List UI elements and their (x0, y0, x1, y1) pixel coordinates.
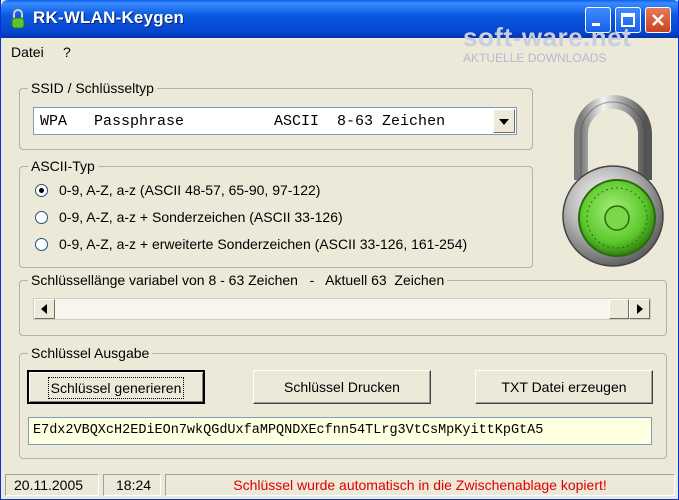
radio-button[interactable] (35, 211, 48, 224)
generated-key-field[interactable]: E7dx2VBQXcH2EDiEOn7wkQGdUxfaMPQNDXEcfnn5… (28, 417, 652, 445)
key-output-legend: Schlüssel Ausgabe (31, 345, 150, 361)
create-txt-label: TXT Datei erzeugen (501, 379, 627, 395)
print-key-button[interactable]: Schlüssel Drucken (253, 370, 431, 404)
app-window: RK-WLAN-Keygen soft-ware.net AKTUELLE DO… (0, 0, 679, 500)
menu-bar: Datei ? (1, 38, 678, 65)
padlock-icon (562, 95, 664, 267)
generate-key-button[interactable]: Schlüssel generieren (27, 370, 205, 404)
radio-button-checked[interactable] (35, 184, 48, 197)
status-message: Schlüssel wurde automatisch in die Zwisc… (165, 474, 675, 496)
dropdown-button[interactable] (493, 109, 515, 133)
key-length-legend: Schlüssellänge variabel von 8 - 63 Zeich… (31, 272, 445, 288)
scroll-left-button[interactable] (34, 299, 55, 319)
scroll-right-button[interactable] (629, 299, 650, 319)
menu-help[interactable]: ? (63, 44, 71, 60)
ssid-keytype-value: WPA Passphrase ASCII 8-63 Zeichen (40, 113, 446, 130)
status-time: 18:24 (103, 474, 161, 496)
chevron-down-icon (499, 119, 509, 125)
arrow-left-icon (41, 304, 47, 314)
print-key-label: Schlüssel Drucken (284, 379, 400, 395)
close-button[interactable] (645, 7, 671, 33)
ssid-group-legend: SSID / Schlüsseltyp (31, 80, 154, 96)
lock-app-icon (11, 9, 25, 29)
status-date: 20.11.2005 (5, 474, 99, 496)
ascii-type-legend: ASCII-Typ (31, 158, 95, 174)
generate-key-label: Schlüssel generieren (47, 377, 185, 399)
key-length-thumb[interactable] (609, 299, 629, 319)
ssid-keytype-select[interactable]: WPA Passphrase ASCII 8-63 Zeichen (33, 107, 517, 135)
close-icon (652, 14, 664, 26)
key-length-slider[interactable] (33, 298, 651, 320)
radio-button[interactable] (35, 238, 48, 251)
window-title: RK-WLAN-Keygen (33, 8, 185, 27)
radio-label: 0-9, A-Z, a-z (ASCII 48-57, 65-90, 97-12… (59, 182, 321, 198)
create-txt-button[interactable]: TXT Datei erzeugen (475, 370, 653, 404)
radio-label: 0-9, A-Z, a-z + Sonderzeichen (ASCII 33-… (59, 209, 343, 225)
menu-datei[interactable]: Datei (11, 44, 44, 60)
arrow-right-icon (637, 304, 643, 314)
radio-label: 0-9, A-Z, a-z + erweiterte Sonderzeichen… (59, 236, 468, 252)
